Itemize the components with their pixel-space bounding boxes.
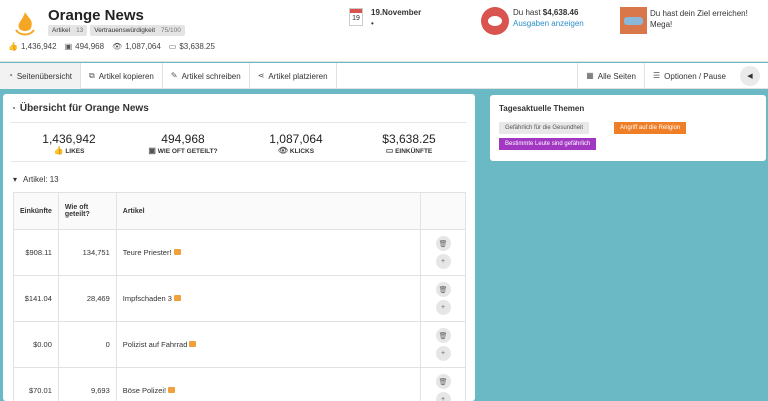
dashboard-icon: ◔: [8, 71, 13, 80]
kpi-shares: 494,968 ▣ WIE OFT GETEILT?: [148, 132, 218, 155]
article-badge: Artikel 13: [48, 25, 88, 36]
brand-badges: Artikel 13 Vertrauenswürdigkeit 75/100: [48, 25, 185, 36]
trust-badge: Vertrauenswürdigkeit 75/100: [90, 25, 185, 36]
articles-toggle[interactable]: ▾ Artikel: 13: [13, 175, 59, 184]
eye-icon: 👁: [277, 146, 289, 155]
collapse-button[interactable]: ◀: [740, 66, 760, 86]
overview-title: ◔ Übersicht für Orange News: [11, 103, 149, 114]
calendar-icon: 19: [349, 8, 363, 26]
add-button[interactable]: +: [435, 392, 451, 401]
plus-icon: +: [441, 304, 446, 311]
delete-button[interactable]: 🗑: [435, 328, 451, 343]
trash-icon: 🗑: [438, 378, 448, 386]
orange-logo-icon: [15, 12, 35, 36]
header-stats: 👍 1,436,942 ▣ 494,968 👁 1,087,064 ▭ $3,638.2…: [8, 41, 215, 51]
tab-copy-article[interactable]: ⧉ Artikel kopieren: [81, 63, 163, 89]
table-row: $0.00 0 Polizist auf Fahrrad 🗑 +: [13, 321, 466, 368]
current-date: 19.November: [371, 8, 422, 17]
tag-icon: [173, 295, 181, 301]
trash-icon: 🗑: [438, 240, 448, 248]
thumbs-up-icon: 👍: [8, 41, 18, 51]
tab-place-article[interactable]: ⋖ Artikel platzieren: [250, 63, 337, 89]
tag-icon: [173, 249, 181, 255]
show-expenses-link[interactable]: Ausgaben anzeigen: [513, 19, 584, 28]
nav-bar: ◔ Seitenübersicht ⧉ Artikel kopieren ✎ Arti…: [0, 63, 768, 89]
article-title: Impfschaden 3: [122, 294, 172, 303]
kpi-likes: 1,436,942 👍 LIKES: [42, 132, 96, 155]
divider: [11, 122, 467, 123]
col-shares[interactable]: Wie oft geteilt?: [57, 192, 117, 230]
plus-icon: +: [441, 258, 446, 265]
add-button[interactable]: +: [435, 300, 451, 315]
table-row: $908.11 134,751 Teure Priester! 🗑 +: [13, 229, 466, 276]
caret-down-icon: ▾: [13, 175, 18, 184]
articles-table: Einkünfte Wie oft geteilt? Artikel $908.…: [13, 192, 466, 401]
date-dot: •: [371, 19, 374, 28]
tag-icon: [168, 387, 176, 393]
article-title: Polizist auf Fahrrad: [122, 340, 188, 349]
add-button[interactable]: +: [435, 254, 451, 269]
tab-write-article[interactable]: ✎ Artikel schreiben: [163, 63, 250, 89]
money-status: Du hast $4,638.46: [513, 8, 579, 17]
kpi-clicks: 1,087,064 👁 KLICKS: [269, 132, 323, 155]
chevron-left-icon: ◀: [747, 73, 753, 80]
delete-button[interactable]: 🗑: [435, 374, 451, 389]
table-row: $70.01 9,693 Böse Polizei! 🗑 +: [13, 367, 466, 401]
trash-icon: 🗑: [438, 332, 448, 340]
money-icon: ▭: [385, 146, 394, 155]
thumbs-up-icon: 👍: [53, 146, 64, 155]
tab-overview[interactable]: ◔ Seitenübersicht: [0, 63, 81, 89]
delete-button[interactable]: 🗑: [435, 236, 451, 251]
piggy-bank-icon: [481, 7, 509, 35]
sliders-icon: ☰: [653, 71, 661, 80]
topic-tag-people[interactable]: Bestimmte Leute sind gefährlich: [499, 138, 597, 150]
plus-icon: +: [441, 350, 446, 357]
plus-icon: +: [441, 396, 446, 401]
col-actions: [420, 192, 466, 230]
trending-title: Tagesaktuelle Themen: [499, 104, 585, 113]
trending-topics-panel: Tagesaktuelle Themen Gefährlich für die …: [490, 95, 766, 161]
col-income[interactable]: Einkünfte: [13, 192, 59, 230]
table-row: $141.04 28,469 Impfschaden 3 🗑 +: [13, 275, 466, 322]
delete-button[interactable]: 🗑: [435, 282, 451, 297]
add-button[interactable]: +: [435, 346, 451, 361]
col-article[interactable]: Artikel: [115, 192, 422, 230]
topic-tag-health[interactable]: Gefährlich für die Gesundheit: [499, 122, 590, 134]
brand-name: Orange News: [48, 7, 144, 24]
top-bar: Orange News Artikel 13 Vertrauenswürdigke…: [0, 0, 768, 62]
copy-icon: ⧉: [89, 71, 95, 80]
overview-panel: ◔ Übersicht für Orange News 1,436,942 👍 L…: [3, 94, 475, 401]
topic-tag-religion[interactable]: Angriff auf die Religion: [614, 122, 687, 134]
pencil-icon: ✎: [170, 71, 178, 80]
article-title: Teure Priester!: [122, 248, 172, 257]
article-title: Böse Polizei!: [122, 386, 167, 395]
share-nodes-icon: ⋖: [257, 71, 265, 80]
money-icon: ▭: [168, 41, 177, 51]
goal-message: Du hast dein Ziel erreichen! Mega!: [650, 9, 748, 29]
tag-icon: [189, 341, 197, 347]
grid-icon: ▦: [586, 71, 594, 80]
options-pause-button[interactable]: ☰ Optionen / Pause: [644, 63, 734, 89]
all-pages-button[interactable]: ▦ Alle Seiten: [577, 63, 644, 89]
dashboard-icon: ◔: [11, 103, 16, 113]
divider: [11, 161, 467, 162]
share-icon: ▣: [64, 41, 73, 51]
share-icon: ▣: [148, 146, 156, 155]
car-icon: [620, 7, 647, 34]
eye-icon: 👁: [112, 41, 123, 51]
trash-icon: 🗑: [438, 286, 448, 294]
kpi-income: $3,638.25 ▭ EINKÜNFTE: [382, 132, 436, 155]
